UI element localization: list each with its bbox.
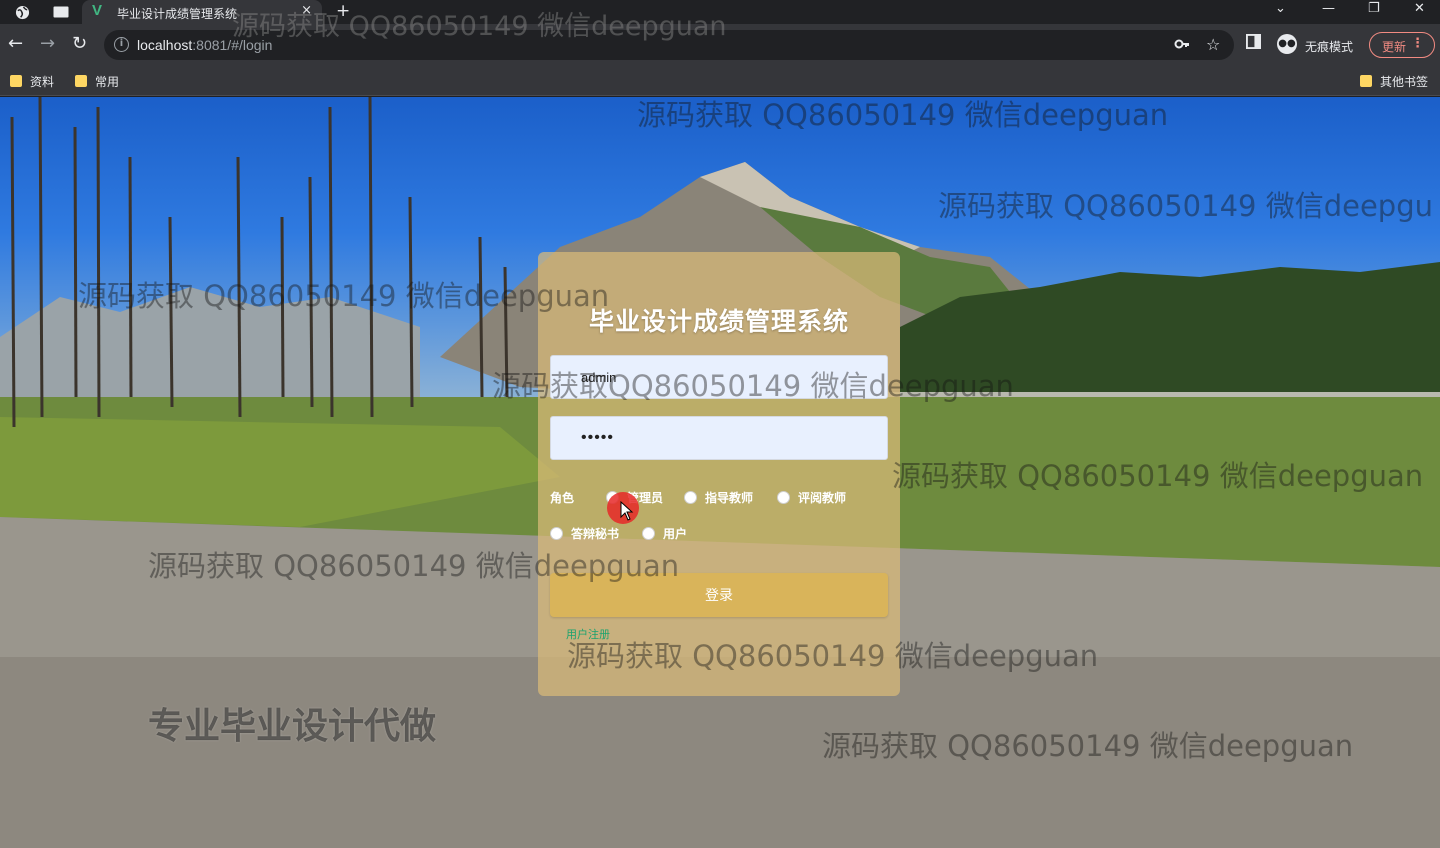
role-label: 角色 [550,491,575,505]
window-icon[interactable] [52,3,70,21]
update-button[interactable]: 更新 ⋮ [1369,32,1435,58]
radio-icon[interactable] [684,491,697,504]
watermark: 源码获取 QQ86050149 微信deepguan [78,279,610,313]
page-viewport: 毕业设计成绩管理系统 角色 管理员 指导教师 评阅教师 答辩秘书 用户 登录 用… [0,97,1440,848]
watermark: 源码获取 QQ86050149 微信deepguan [822,729,1354,763]
watermark: 源码获取 QQ86050149 微信deepguan [567,639,1099,673]
folder-icon [10,75,22,87]
folder-icon [75,75,87,87]
bookmark-folder-ziliao[interactable]: 资料 [10,73,54,89]
mouse-pointer-icon [620,501,634,521]
tab-title: 毕业设计成绩管理系统 [117,7,238,21]
watermark: 源码获取QQ86050149 微信deepguan [492,369,1014,403]
login-card: 毕业设计成绩管理系统 角色 管理员 指导教师 评阅教师 答辩秘书 用户 登录 用… [538,252,900,696]
restore-icon[interactable]: ❐ [1368,1,1380,16]
radio-icon[interactable] [777,491,790,504]
bookmarks-bar: 资料 常用 其他书签 [0,66,1440,96]
key-icon[interactable] [1174,36,1190,56]
role-radio-advisor[interactable]: 指导教师 [684,489,753,506]
update-label: 更新 [1382,40,1407,54]
radio-icon[interactable] [550,527,563,540]
minimize-icon[interactable]: — [1322,1,1335,16]
folder-icon [1360,75,1372,87]
role-radio-secretary[interactable]: 答辩秘书 [550,525,619,542]
radio-icon[interactable] [642,527,655,540]
bookmark-folder-changyong[interactable]: 常用 [75,73,119,89]
side-panel-icon[interactable] [1246,34,1261,53]
tab-search-icon[interactable]: ⌄ [1275,1,1286,16]
back-icon[interactable]: ← [8,33,23,54]
bookmark-folder-other[interactable]: 其他书签 [1360,73,1428,89]
role-radio-user[interactable]: 用户 [642,525,687,542]
reload-icon[interactable]: ↻ [72,33,87,54]
slogan-watermark: 专业毕业设计代做 [148,706,437,747]
vue-logo-icon: V [92,2,103,19]
bookmark-star-icon[interactable]: ☆ [1206,35,1220,54]
watermark: 源码获取 QQ86050149 微信deepguan [232,11,727,42]
forward-icon[interactable]: → [40,33,55,54]
watermark: 源码获取 QQ86050149 微信deepguan [637,98,1169,132]
watermark: 源码获取 QQ86050149 微信deepgu [938,189,1433,223]
globe-icon[interactable] [13,3,31,21]
menu-dots-icon: ⋮ [1411,36,1424,51]
password-input[interactable] [551,417,887,459]
role-radio-reviewer[interactable]: 评阅教师 [777,489,846,506]
close-window-icon[interactable]: ✕ [1414,1,1425,16]
info-icon[interactable]: i [114,37,129,52]
incognito-icon[interactable]: ●● [1277,34,1297,54]
watermark: 源码获取 QQ86050149 微信deepguan [892,459,1424,493]
incognito-label[interactable]: 无痕模式 [1305,38,1353,55]
password-field[interactable] [550,416,888,460]
watermark: 源码获取 QQ86050149 微信deepguan [148,549,680,583]
